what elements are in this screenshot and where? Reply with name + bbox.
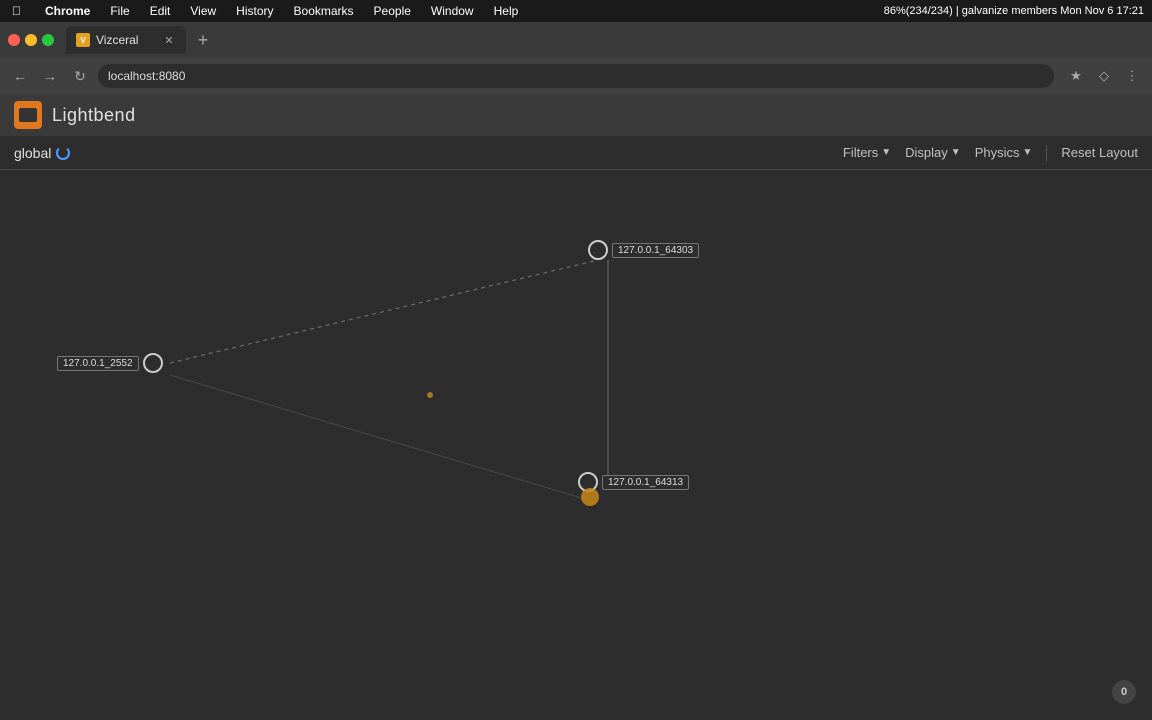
chrome-tabbar: V Vizceral ✕ + — [0, 22, 1152, 58]
node-1-label: 127.0.0.1_64303 — [612, 243, 699, 258]
address-text: localhost:8080 — [108, 69, 185, 83]
node-2-label: 127.0.0.1_2552 — [57, 356, 139, 371]
node-3-label: 127.0.0.1_64313 — [602, 475, 689, 490]
menu-window[interactable]: Window — [427, 3, 478, 19]
app-title: Lightbend — [52, 105, 136, 126]
back-button[interactable]: ← — [8, 64, 32, 88]
bookmark-button[interactable]: ★ — [1064, 64, 1088, 88]
refresh-icon[interactable] — [56, 146, 70, 160]
nav-right-controls: ★ ◇ ⋮ — [1064, 64, 1144, 88]
mac-status-bar: 86%(234/234) | galvanize members Mon Nov… — [884, 5, 1144, 17]
menu-people[interactable]: People — [370, 3, 415, 19]
tab-close-button[interactable]: ✕ — [162, 33, 176, 47]
menu-chrome[interactable]: Chrome — [41, 3, 94, 19]
close-window-button[interactable] — [8, 34, 20, 46]
display-caret: ▼ — [951, 147, 961, 158]
physics-button[interactable]: Physics ▼ — [975, 145, 1033, 160]
display-button[interactable]: Display ▼ — [905, 145, 961, 160]
canvas-area[interactable]: 127.0.0.1_64303 127.0.0.1_2552 127.0.0.1… — [0, 170, 1152, 720]
tab-favicon: V — [76, 33, 90, 47]
minimize-window-button[interactable] — [25, 34, 37, 46]
forward-button[interactable]: → — [38, 64, 62, 88]
extensions-button[interactable]: ◇ — [1092, 64, 1116, 88]
notification-badge: 0 — [1112, 680, 1136, 704]
reset-layout-label: Reset Layout — [1061, 145, 1138, 160]
reset-layout-button[interactable]: Reset Layout — [1061, 145, 1138, 160]
menu-history[interactable]: History — [232, 3, 277, 19]
network-svg — [0, 170, 1152, 720]
chrome-navbar: ← → ↻ localhost:8080 ★ ◇ ⋮ — [0, 58, 1152, 94]
reload-button[interactable]: ↻ — [68, 64, 92, 88]
physics-caret: ▼ — [1022, 147, 1032, 158]
physics-label: Physics — [975, 145, 1020, 160]
global-text: global — [14, 145, 51, 161]
new-tab-button[interactable]: + — [190, 27, 216, 53]
apple-menu[interactable]:  — [8, 3, 25, 19]
menu-view[interactable]: View — [186, 3, 220, 19]
toolbar-divider — [1046, 145, 1047, 161]
browser-tab[interactable]: V Vizceral ✕ — [66, 26, 186, 54]
app-logo — [14, 101, 42, 129]
menu-file[interactable]: File — [106, 3, 133, 19]
badge-count: 0 — [1121, 686, 1127, 698]
node-1[interactable]: 127.0.0.1_64303 — [588, 240, 699, 260]
chrome-menu-button[interactable]: ⋮ — [1120, 64, 1144, 88]
tab-title: Vizceral — [96, 33, 138, 47]
menu-bookmarks[interactable]: Bookmarks — [290, 3, 358, 19]
traffic-lights — [8, 34, 54, 46]
node-2[interactable]: 127.0.0.1_2552 — [57, 353, 163, 373]
display-label: Display — [905, 145, 948, 160]
status-text: 86%(234/234) | galvanize members Mon Nov… — [884, 5, 1144, 17]
node-3[interactable]: 127.0.0.1_64313 — [578, 472, 689, 492]
address-bar[interactable]: localhost:8080 — [98, 64, 1054, 88]
node-3-circle — [578, 472, 598, 492]
app-header: Lightbend — [0, 94, 1152, 136]
node-2-circle — [143, 353, 163, 373]
maximize-window-button[interactable] — [42, 34, 54, 46]
filters-button[interactable]: Filters ▼ — [843, 145, 891, 160]
global-label: global — [14, 145, 70, 161]
menu-edit[interactable]: Edit — [146, 3, 175, 19]
mac-menubar:  Chrome File Edit View History Bookmark… — [0, 0, 1152, 22]
menu-help[interactable]: Help — [490, 3, 523, 19]
filters-label: Filters — [843, 145, 878, 160]
node-1-circle — [588, 240, 608, 260]
logo-icon — [19, 108, 37, 122]
sub-header: global Filters ▼ Display ▼ Physics ▼ Res… — [0, 136, 1152, 170]
toolbar-right: Filters ▼ Display ▼ Physics ▼ Reset Layo… — [843, 145, 1138, 161]
filters-caret: ▼ — [881, 147, 891, 158]
